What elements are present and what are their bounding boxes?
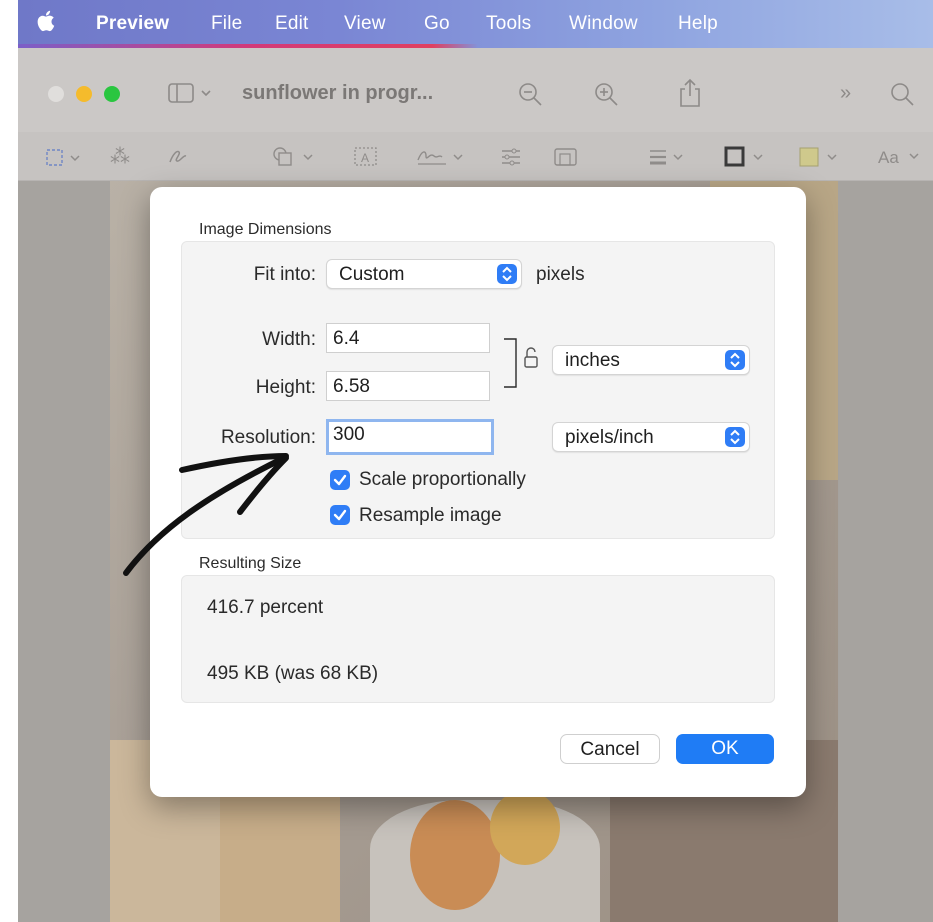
screen: Preview File Edit View Go Tools Window H… — [18, 0, 933, 922]
annotation-arrow-icon — [123, 453, 289, 576]
